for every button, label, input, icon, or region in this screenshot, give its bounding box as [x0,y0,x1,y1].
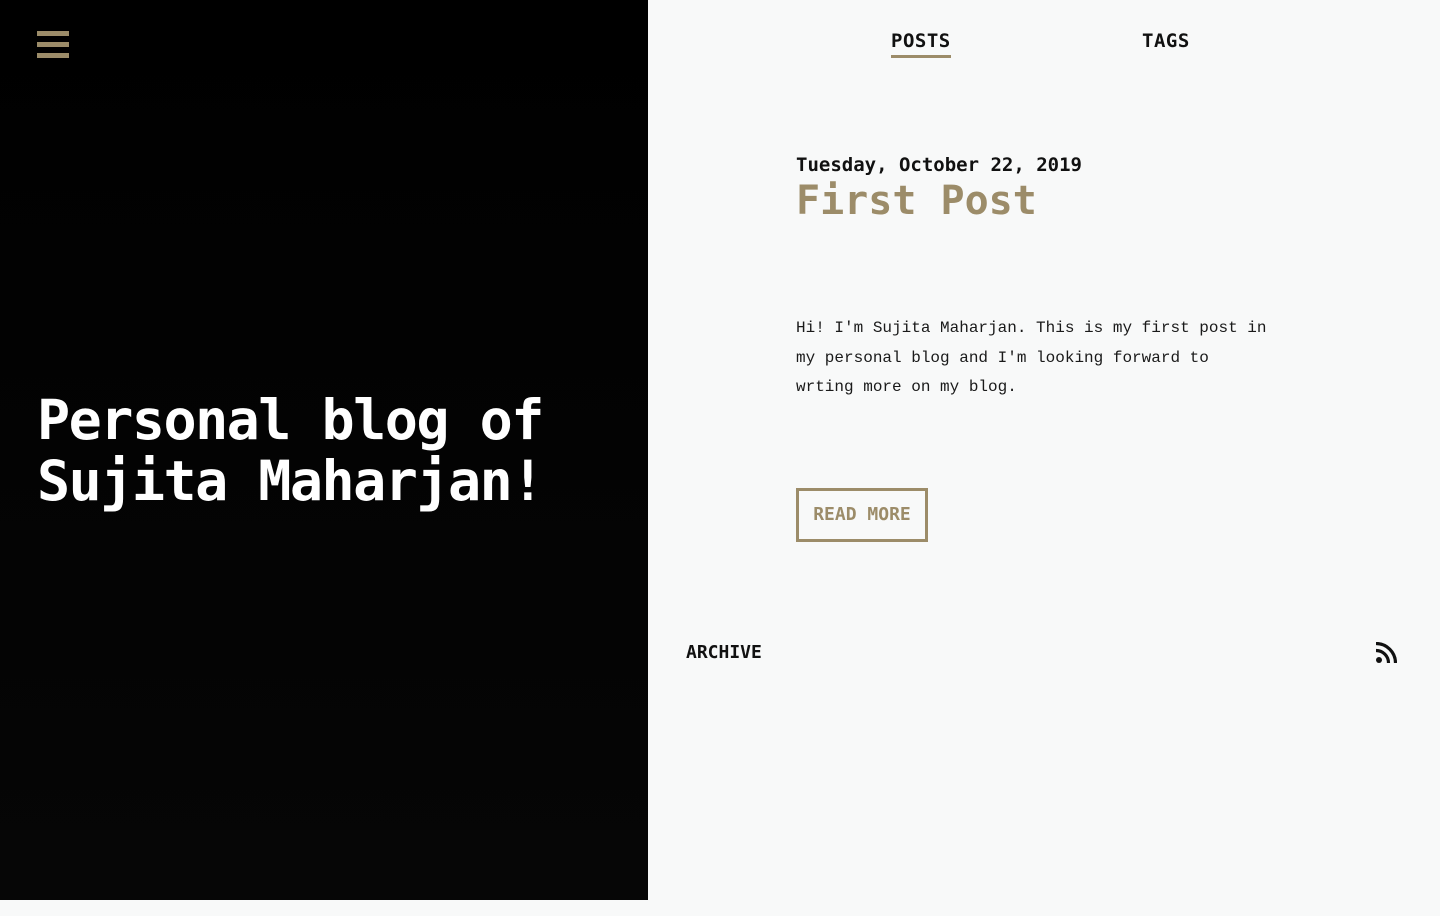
menu-bar [37,31,69,36]
menu-bar [37,53,69,58]
menu-bar [37,42,69,47]
read-more-button[interactable]: READ MORE [796,488,928,542]
archive-link[interactable]: ARCHIVE [686,641,762,665]
rss-icon[interactable] [1375,642,1397,664]
rss-icon-graphic [1375,642,1397,664]
post-date: Tuesday, October 22, 2019 [796,154,1082,176]
nav-tags-link[interactable]: TAGS [1142,29,1190,53]
hero-title: Personal blog of Sujita Maharjan! [37,388,544,513]
post-title-link[interactable]: First Post [796,178,1037,224]
post-excerpt: Hi! I'm Sujita Maharjan. This is my firs… [796,319,1267,396]
active-nav-underline [891,55,951,58]
hamburger-menu-icon[interactable] [37,31,69,61]
nav-posts-link[interactable]: POSTS [891,29,951,53]
hero-panel: Personal blog of Sujita Maharjan! [0,0,648,900]
